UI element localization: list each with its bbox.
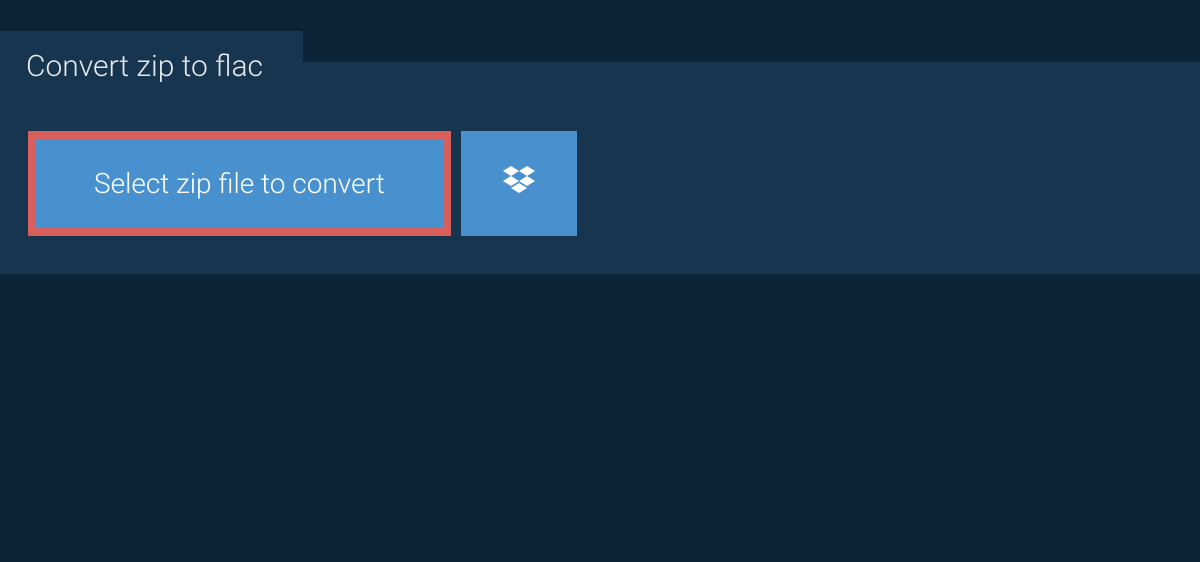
dropbox-button[interactable] bbox=[461, 131, 577, 236]
select-file-button[interactable]: Select zip file to convert bbox=[28, 131, 451, 236]
tab-title: Convert zip to flac bbox=[26, 49, 263, 84]
button-row: Select zip file to convert bbox=[0, 103, 1200, 236]
tab-convert[interactable]: Convert zip to flac bbox=[0, 31, 303, 102]
convert-panel: Convert zip to flac Select zip file to c… bbox=[0, 62, 1200, 274]
select-file-label: Select zip file to convert bbox=[94, 167, 385, 200]
dropbox-icon bbox=[499, 162, 539, 206]
